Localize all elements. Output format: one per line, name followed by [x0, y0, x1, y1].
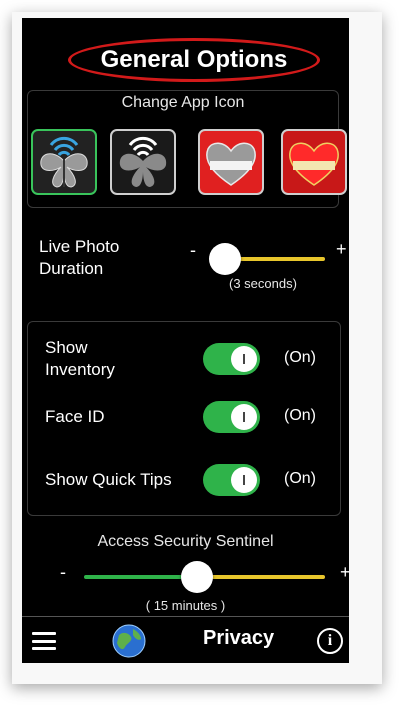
show-inventory-label: Show Inventory	[45, 337, 115, 381]
sentinel-track-filled[interactable]	[84, 575, 198, 579]
live-photo-slider-knob[interactable]	[209, 243, 241, 275]
bottom-bar-title: Privacy	[203, 627, 275, 649]
info-icon[interactable]: i	[317, 628, 343, 654]
show-quick-tips-switch[interactable]	[203, 464, 260, 496]
hamburger-menu-icon[interactable]	[32, 632, 56, 650]
live-photo-minus[interactable]: -	[190, 240, 196, 261]
globe-icon[interactable]	[111, 623, 147, 659]
sentinel-track-remaining[interactable]	[197, 575, 325, 579]
live-photo-duration-control: Live Photo Duration - + (3 seconds)	[22, 236, 349, 316]
switch-knob	[231, 346, 257, 372]
face-id-switch[interactable]	[203, 401, 260, 433]
live-photo-plus[interactable]: +	[336, 239, 347, 260]
change-app-icon-label: Change App Icon	[121, 94, 245, 111]
sentinel-value: ( 15 minutes )	[145, 598, 226, 613]
title-oval: General Options	[68, 38, 320, 82]
butterfly-wifi-icon[interactable]	[31, 129, 97, 195]
security-sentinel-label: Access Security Sentinel	[97, 533, 274, 550]
show-inventory-label-line2: Inventory	[45, 360, 115, 379]
bottom-bar: Privacy i	[22, 616, 349, 663]
live-photo-label: Live Photo Duration	[39, 236, 119, 280]
app-icon-section: Change App Icon	[27, 90, 347, 208]
show-quick-tips-label: Show Quick Tips	[45, 470, 172, 489]
toggle-section: Show Inventory (On) Face ID (On) Show Qu…	[27, 321, 341, 516]
security-sentinel-control: Access Security Sentinel - + ( 15 minute…	[22, 523, 349, 613]
live-photo-label-line1: Live Photo	[39, 237, 120, 256]
face-id-value: (On)	[284, 407, 316, 424]
switch-knob	[231, 467, 257, 493]
heart-return-to-me-red-icon[interactable]	[281, 129, 347, 195]
switch-knob	[231, 404, 257, 430]
info-glyph: i	[327, 632, 333, 649]
show-inventory-label-line1: Show	[45, 338, 88, 357]
sentinel-slider-knob[interactable]	[181, 561, 214, 593]
page-title: General Options	[100, 46, 288, 73]
face-id-label: Face ID	[45, 407, 105, 426]
show-inventory-switch[interactable]	[203, 343, 260, 375]
app-screen: General Options Change App Icon Live Pho…	[22, 18, 349, 663]
sentinel-plus[interactable]: +	[340, 562, 349, 583]
butterfly-silhouette-icon[interactable]	[110, 129, 176, 195]
live-photo-value: (3 seconds)	[229, 276, 297, 291]
show-inventory-value: (On)	[284, 349, 316, 366]
live-photo-label-line2: Duration	[39, 259, 104, 278]
heart-return-to-me-icon[interactable]	[198, 129, 264, 195]
sentinel-minus[interactable]: -	[60, 562, 66, 583]
show-quick-tips-value: (On)	[284, 470, 316, 487]
